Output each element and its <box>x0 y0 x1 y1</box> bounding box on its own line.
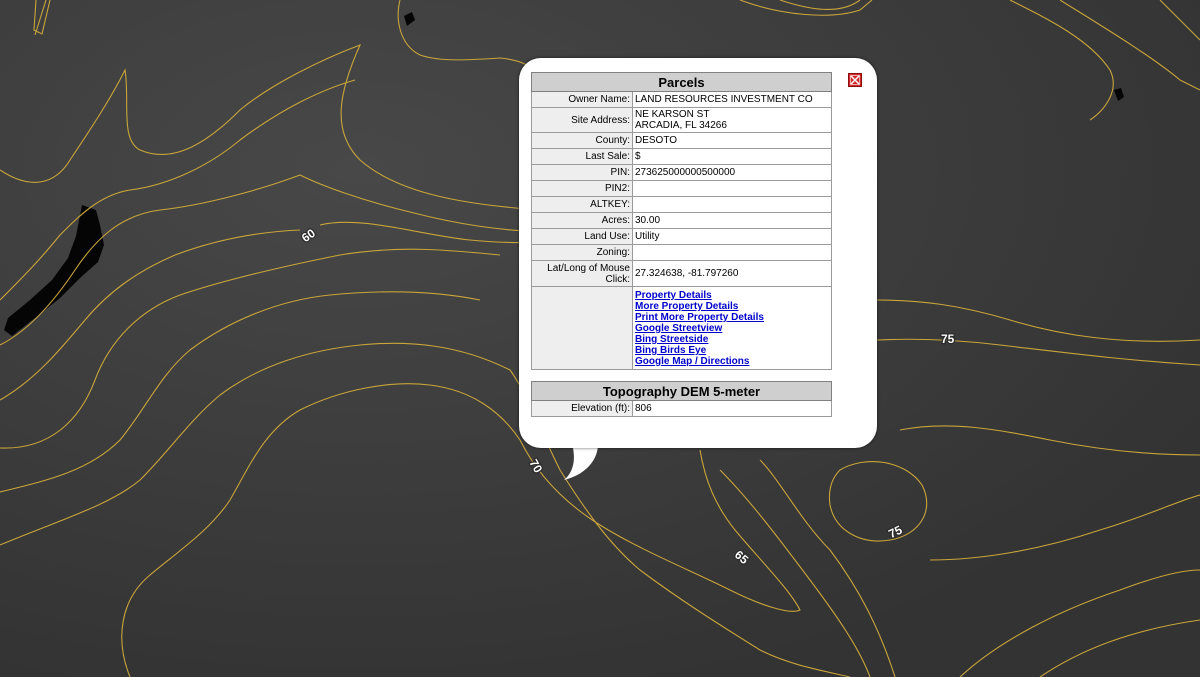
table-row: Lat/Long of Mouse Click: 27.324638, -81.… <box>531 260 832 287</box>
google-map-directions-link[interactable]: Google Map / Directions <box>635 356 829 367</box>
identify-popup: Parcels Owner Name: LAND RESOURCES INVES… <box>519 58 877 448</box>
field-label: Lat/Long of Mouse Click: <box>531 260 633 287</box>
elevation-value: 806 <box>632 400 832 417</box>
county-value: DESOTO <box>632 132 832 149</box>
close-button[interactable] <box>848 73 862 87</box>
table-row: Property Details More Property Details P… <box>531 286 832 370</box>
field-label: Acres: <box>531 212 633 229</box>
property-details-link[interactable]: Property Details <box>635 290 829 301</box>
table-row: PIN2: <box>531 180 832 197</box>
field-label: Last Sale: <box>531 148 633 165</box>
topography-title: Topography DEM 5-meter <box>531 381 832 401</box>
google-streetview-link[interactable]: Google Streetview <box>635 323 829 334</box>
table-row: Acres: 30.00 <box>531 212 832 229</box>
field-label: PIN2: <box>531 180 633 197</box>
pin2-value <box>632 180 832 197</box>
bing-birds-eye-link[interactable]: Bing Birds Eye <box>635 345 829 356</box>
acres-value: 30.00 <box>632 212 832 229</box>
field-label: Land Use: <box>531 228 633 245</box>
field-label: Elevation (ft): <box>531 400 633 417</box>
field-label: County: <box>531 132 633 149</box>
table-row: PIN: 273625000000500000 <box>531 164 832 181</box>
parcels-title: Parcels <box>531 72 832 92</box>
table-row: Site Address: NE KARSON ST ARCADIA, FL 3… <box>531 107 832 133</box>
table-row: ALTKEY: <box>531 196 832 213</box>
address-line-1: NE KARSON ST <box>635 109 710 120</box>
field-label: PIN: <box>531 164 633 181</box>
close-icon <box>850 75 860 85</box>
table-row: Zoning: <box>531 244 832 261</box>
contour-label: 75 <box>941 332 955 346</box>
more-property-details-link[interactable]: More Property Details <box>635 301 829 312</box>
field-label: Zoning: <box>531 244 633 261</box>
zoning-value <box>632 244 832 261</box>
site-address-value: NE KARSON ST ARCADIA, FL 34266 <box>632 107 832 133</box>
links-label-cell <box>531 286 633 370</box>
topography-table: Topography DEM 5-meter Elevation (ft): 8… <box>531 381 832 417</box>
table-row: Land Use: Utility <box>531 228 832 245</box>
print-more-property-details-link[interactable]: Print More Property Details <box>635 312 829 323</box>
owner-name-value: LAND RESOURCES INVESTMENT CO <box>632 91 832 108</box>
pin-value: 273625000000500000 <box>632 164 832 181</box>
table-row: Elevation (ft): 806 <box>531 400 832 417</box>
altkey-value <box>632 196 832 213</box>
bing-streetside-link[interactable]: Bing Streetside <box>635 334 829 345</box>
address-line-2: ARCADIA, FL 34266 <box>635 120 727 131</box>
popup-pointer <box>564 444 598 480</box>
field-label: ALTKEY: <box>531 196 633 213</box>
field-label: Owner Name: <box>531 91 633 108</box>
table-row: Owner Name: LAND RESOURCES INVESTMENT CO <box>531 91 832 108</box>
parcels-table: Parcels Owner Name: LAND RESOURCES INVES… <box>531 72 832 370</box>
last-sale-value: $ <box>632 148 832 165</box>
table-row: Last Sale: $ <box>531 148 832 165</box>
links-cell: Property Details More Property Details P… <box>632 286 832 370</box>
field-label: Site Address: <box>531 107 633 133</box>
table-row: County: DESOTO <box>531 132 832 149</box>
lat-long-value: 27.324638, -81.797260 <box>632 260 832 287</box>
land-use-value: Utility <box>632 228 832 245</box>
